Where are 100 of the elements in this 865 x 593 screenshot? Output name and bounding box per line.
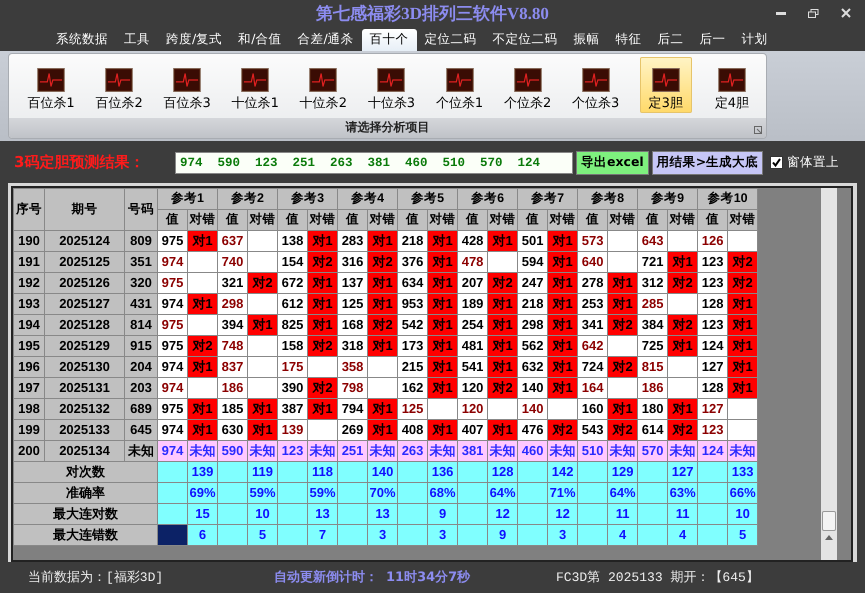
heartbeat-monitor-icon (444, 68, 474, 92)
table-cell: 197 (14, 377, 44, 398)
table-cell (188, 377, 218, 398)
table-cell: 5 (728, 524, 758, 546)
table-cell: 672 (278, 272, 308, 294)
menu-tab[interactable]: 后一 (692, 28, 734, 51)
table-cell: 59% (248, 482, 278, 504)
table-cell: 对2 (368, 251, 398, 272)
menu-tab[interactable]: 计划 (734, 28, 776, 51)
column-group-header: 参考3 (278, 188, 338, 210)
ribbon-button[interactable]: 定3胆 (640, 56, 692, 113)
menu-tab[interactable]: 振幅 (566, 28, 608, 51)
table-cell: 645 (124, 419, 158, 440)
table-cell: 70% (368, 482, 398, 504)
table-cell: 7 (308, 524, 338, 546)
ribbon-button[interactable]: 百位杀3 (153, 56, 222, 113)
menu-tab[interactable]: 合差/通杀 (289, 28, 362, 51)
table-cell: 对1 (248, 398, 278, 420)
table-cell (248, 377, 278, 398)
table-cell: 64% (608, 482, 638, 504)
table-cell: 9 (488, 524, 518, 546)
column-group-header: 参考2 (218, 188, 278, 210)
ribbon-button[interactable]: 个位杀3 (562, 56, 630, 113)
ribbon-button[interactable]: 十位杀3 (357, 56, 426, 113)
table-cell (668, 293, 698, 314)
ribbon-button[interactable]: 定4胆 (698, 56, 766, 113)
ribbon-button[interactable]: 十位杀2 (289, 56, 358, 113)
table-cell: 3 (368, 524, 398, 546)
table-cell: 196 (14, 356, 44, 378)
ribbon-button[interactable]: 百位杀1 (17, 56, 86, 113)
close-icon[interactable] (841, 8, 851, 18)
table-cell: 对2 (608, 356, 638, 378)
table-cell: 对1 (728, 377, 758, 398)
menu-tab[interactable]: 系统数据 (48, 28, 116, 51)
table-cell: 未知 (488, 440, 518, 462)
table-cell: 4 (668, 524, 698, 546)
data-source-text: 当前数据为：[福彩3D] (28, 569, 164, 586)
table-cell: 407 (458, 419, 488, 440)
column-header: 对错 (608, 209, 638, 230)
table-cell: 对1 (188, 356, 218, 378)
table-cell: 对1 (368, 272, 398, 294)
table-cell: 542 (398, 314, 428, 336)
scroll-up-icon[interactable] (825, 534, 833, 540)
table-cell: 未知 (428, 440, 458, 462)
table-cell (608, 251, 638, 272)
table-cell (608, 377, 638, 398)
table-cell: 312 (638, 272, 668, 294)
table-cell: 809 (124, 230, 158, 252)
table-cell: 915 (124, 335, 158, 356)
table-cell: 对1 (548, 377, 578, 398)
table-cell: 2025125 (44, 251, 124, 272)
window-title: 第七感福彩3D排列三软件V8.80 (316, 3, 549, 26)
table-cell: 180 (638, 398, 668, 420)
table-cell: 对1 (608, 293, 638, 314)
table-cell: 2025128 (44, 314, 124, 336)
table-cell: 6 (188, 524, 218, 546)
generate-button[interactable]: 用结果>生成大底 (652, 150, 764, 175)
table-cell: 未知 (124, 440, 158, 462)
table-cell: 247 (518, 272, 548, 294)
table-cell: 975 (158, 314, 188, 336)
menu-tab[interactable]: 和/合值 (230, 28, 290, 51)
table-cell: 263 (398, 440, 428, 462)
table-cell: 541 (458, 356, 488, 378)
table-cell: 66% (728, 482, 758, 504)
table-cell: 428 (458, 230, 488, 252)
table-cell: 562 (518, 335, 548, 356)
table-cell: 191 (14, 251, 44, 272)
column-group-header: 参考9 (638, 188, 698, 210)
minimize-icon[interactable] (776, 11, 786, 15)
menu-tab[interactable]: 定位二码 (416, 28, 485, 51)
menu-tab[interactable]: 不定位二码 (484, 28, 566, 51)
menu-tab[interactable]: 工具 (116, 28, 158, 51)
table-cell: 689 (124, 398, 158, 420)
export-button[interactable]: 导出excel (576, 150, 649, 175)
heartbeat-monitor-icon (512, 68, 543, 92)
prediction-field[interactable]: 974 590 123 251 263 381 460 510 570 124 (175, 152, 573, 174)
menu-tab[interactable]: 特征 (608, 28, 650, 51)
table-cell (188, 314, 218, 336)
table-cell: 对1 (668, 398, 698, 420)
column-header: 值 (638, 209, 668, 230)
dialog-launcher-icon[interactable] (754, 126, 762, 134)
ribbon-button[interactable]: 个位杀2 (494, 56, 562, 113)
table-cell: 381 (458, 440, 488, 462)
table-cell: 129 (608, 461, 638, 482)
table-cell: 139 (188, 461, 218, 482)
ribbon-button[interactable]: 个位杀1 (425, 56, 494, 113)
scroll-thumb[interactable] (822, 510, 836, 531)
ribbon-button[interactable]: 十位杀1 (221, 56, 290, 113)
ribbon-button[interactable]: 百位杀2 (85, 56, 154, 113)
table-cell: 对1 (428, 377, 458, 398)
table-cell: 173 (398, 335, 428, 356)
menu-tab[interactable]: 跨度/复式 (158, 28, 230, 51)
maximize-icon[interactable] (808, 8, 819, 18)
scrollbar[interactable] (821, 188, 837, 560)
column-group-header: 参考6 (458, 188, 518, 210)
pin-on-top-checkbox[interactable]: 窗体置上 (770, 154, 840, 172)
menu-tab[interactable]: 百十个 (362, 28, 417, 51)
table-cell: 对1 (248, 419, 278, 440)
menu-tab[interactable]: 后二 (650, 28, 692, 51)
table-cell: 12 (548, 503, 578, 524)
